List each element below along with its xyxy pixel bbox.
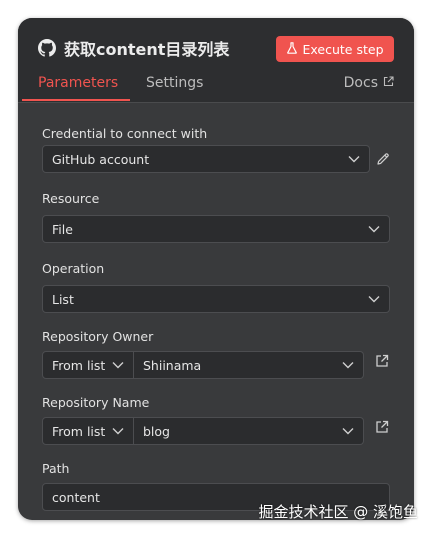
node-title-text: 获取content目录列表 <box>64 40 230 59</box>
node-title: 获取content目录列表 <box>38 36 229 60</box>
credential-value: GitHub account <box>52 151 150 167</box>
credential-select[interactable]: GitHub account <box>42 145 370 173</box>
owner-value: Shiinama <box>143 357 202 373</box>
chevron-down-icon <box>342 428 354 435</box>
active-tab-indicator <box>22 99 130 101</box>
panel-header: 获取content目录列表 Execute step <box>18 18 414 80</box>
path-value: content <box>52 489 100 505</box>
tab-settings[interactable]: Settings <box>146 75 203 91</box>
chevron-down-icon <box>368 226 380 233</box>
operation-select[interactable]: List <box>42 285 390 313</box>
repository-name-locator: From list blog <box>42 417 364 445</box>
chevron-down-icon <box>342 362 354 369</box>
owner-value-select[interactable]: Shiinama <box>134 351 364 379</box>
execute-step-button[interactable]: Execute step <box>276 36 394 62</box>
tab-docs[interactable]: Docs <box>344 75 394 91</box>
external-link-icon[interactable] <box>375 354 389 368</box>
resource-select[interactable]: File <box>42 215 390 243</box>
operation-label: Operation <box>42 261 105 276</box>
credential-label: Credential to connect with <box>42 126 208 141</box>
owner-mode-value: From list <box>52 357 106 373</box>
chevron-down-icon <box>112 362 124 369</box>
edit-pencil-icon[interactable] <box>376 152 390 166</box>
operation-value: List <box>52 291 74 307</box>
path-label: Path <box>42 461 70 476</box>
watermark: 掘金技术社区 @ 溪饱鱼 <box>258 503 418 521</box>
node-panel: 获取content目录列表 Execute step Parameters Se… <box>18 18 414 520</box>
github-icon <box>38 39 56 57</box>
repo-mode-select[interactable]: From list <box>42 417 134 445</box>
execute-step-label: Execute step <box>302 41 384 57</box>
repository-name-label: Repository Name <box>42 395 150 410</box>
external-link-icon <box>383 75 394 91</box>
docs-label: Docs <box>343 75 378 91</box>
repository-owner-locator: From list Shiinama <box>42 351 364 379</box>
chevron-down-icon <box>348 156 360 163</box>
tab-divider <box>18 102 414 103</box>
repo-value: blog <box>143 423 170 439</box>
resource-label: Resource <box>42 191 100 206</box>
chevron-down-icon <box>112 428 124 435</box>
repo-value-select[interactable]: blog <box>134 417 364 445</box>
tab-parameters[interactable]: Parameters <box>38 75 118 91</box>
external-link-icon[interactable] <box>375 420 389 434</box>
chevron-down-icon <box>368 296 380 303</box>
flask-icon <box>286 41 297 57</box>
owner-mode-select[interactable]: From list <box>42 351 134 379</box>
repo-mode-value: From list <box>52 423 106 439</box>
resource-value: File <box>52 221 73 237</box>
repository-owner-label: Repository Owner <box>42 329 154 344</box>
